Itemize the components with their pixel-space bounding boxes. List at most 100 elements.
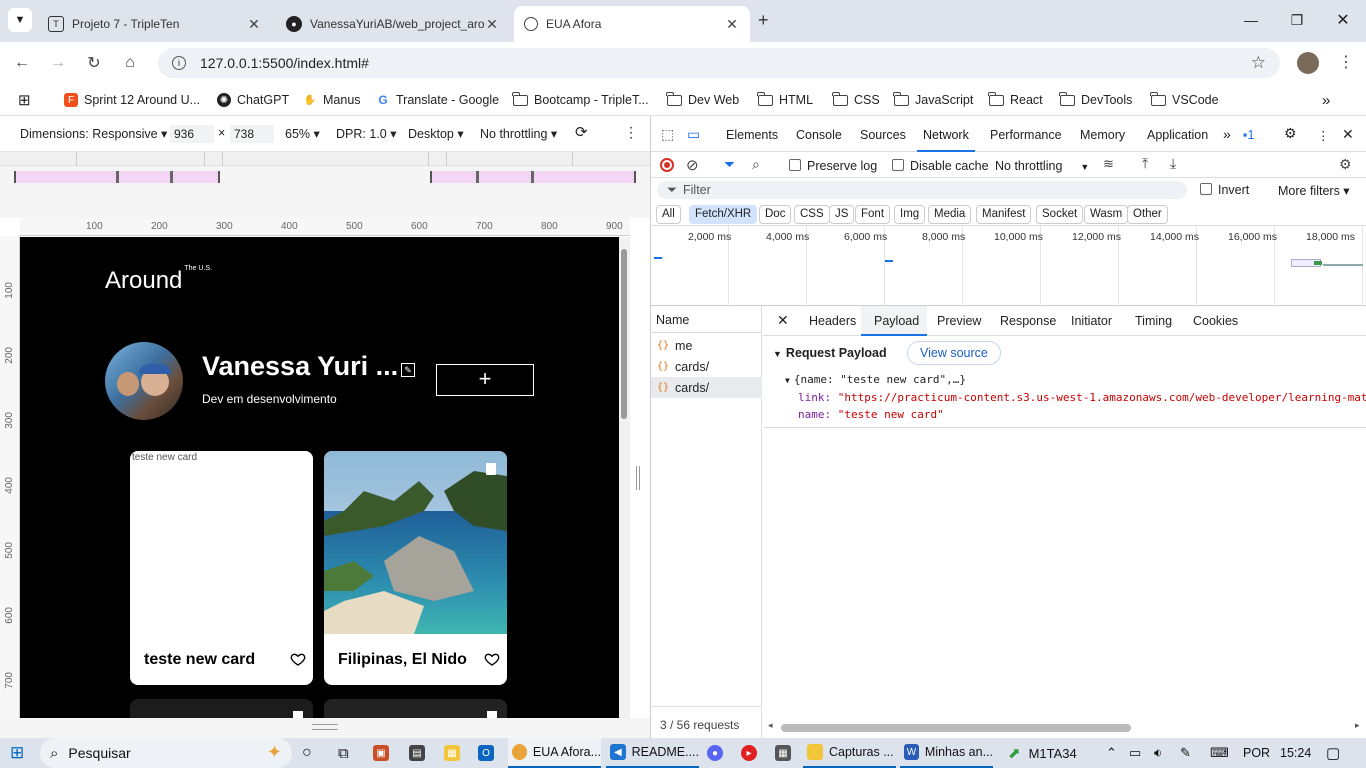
type-socket[interactable]: Socket — [1036, 205, 1084, 224]
scroll-left-icon[interactable]: ◂ — [768, 720, 773, 731]
network-conditions-icon[interactable]: ≋ — [1103, 156, 1114, 172]
scroll-right-icon[interactable]: ▸ — [1355, 720, 1360, 731]
back-icon[interactable]: ← — [10, 51, 34, 75]
apps-grid-icon[interactable]: ⊞ — [18, 91, 31, 109]
battery-icon[interactable]: ▭ — [1129, 738, 1141, 768]
export-har-icon[interactable]: ⤓ — [1170, 155, 1176, 172]
calculator-icon[interactable]: ▦ — [775, 738, 797, 768]
disable-cache-checkbox[interactable] — [892, 159, 904, 171]
throttling-select[interactable]: No throttling ▾ — [480, 126, 557, 141]
bookmark-star-icon[interactable]: ☆ — [1251, 53, 1266, 73]
tab-search-chevron-icon[interactable]: ▼ — [8, 8, 32, 32]
profile-avatar[interactable] — [1297, 52, 1319, 74]
type-fetch-xhr[interactable]: Fetch/XHR — [689, 205, 758, 224]
profile-avatar-image[interactable] — [105, 342, 183, 420]
app-icon[interactable]: ▤ — [409, 738, 431, 768]
card-image-el-nido[interactable] — [324, 451, 507, 634]
bookmark-chatgpt[interactable]: ✺ ChatGPT — [217, 91, 289, 109]
device-menu-icon[interactable]: ⋮ — [624, 124, 638, 141]
devtools-menu-icon[interactable]: ⋮ — [1317, 128, 1330, 143]
bookmark-html[interactable]: HTML — [757, 91, 813, 109]
dpr-select[interactable]: DPR: 1.0 ▾ — [336, 126, 396, 141]
tab-cookies[interactable]: Cookies — [1193, 314, 1238, 328]
tab-console[interactable]: Console — [796, 128, 842, 142]
payload-summary[interactable]: ▼ {name: "teste new card",…} — [785, 373, 966, 386]
add-card-button[interactable]: + — [436, 364, 534, 396]
taskbar-search[interactable]: ⌕ Pesquisar ✦ — [40, 738, 292, 768]
resize-handle-right[interactable] — [636, 466, 640, 490]
bookmark-devweb[interactable]: Dev Web — [666, 91, 739, 109]
app-icon[interactable]: ▣ — [373, 738, 395, 768]
bookmark-react[interactable]: React — [988, 91, 1043, 109]
import-har-icon[interactable]: ⤒ — [1142, 155, 1148, 172]
type-media[interactable]: Media — [928, 205, 972, 224]
tab-response[interactable]: Response — [1000, 314, 1056, 328]
like-heart-icon[interactable] — [290, 651, 306, 667]
bookmark-css[interactable]: CSS — [832, 91, 880, 109]
type-font[interactable]: Font — [855, 205, 891, 224]
filter-funnel-icon[interactable]: ⏷ — [724, 156, 735, 173]
taskbar-chrome[interactable]: EUA Afora... — [508, 738, 601, 768]
tab-application[interactable]: Application — [1147, 128, 1208, 142]
request-row-cards-selected[interactable]: {} cards/ — [651, 377, 762, 398]
request-payload-header[interactable]: ▼ Request Payload — [773, 346, 887, 360]
notification-icon[interactable]: ▢ — [1326, 738, 1340, 768]
close-window-icon[interactable]: ✕ — [1320, 0, 1366, 40]
outlook-icon[interactable]: O — [478, 738, 500, 768]
new-tab-icon[interactable]: + — [758, 10, 769, 31]
more-bookmarks-icon[interactable]: » — [1322, 91, 1330, 109]
discord-icon[interactable]: ● — [707, 738, 729, 768]
task-view-icon[interactable]: ⧉ — [338, 738, 349, 768]
like-heart-icon[interactable] — [484, 651, 500, 667]
bookmark-javascript[interactable]: JavaScript — [893, 91, 973, 109]
search-icon[interactable]: ⌕ — [752, 156, 760, 173]
type-other[interactable]: Other — [1127, 205, 1168, 224]
tab-projeto7[interactable]: T Projeto 7 - TripleTen ✕ — [38, 6, 272, 42]
bookmark-manus[interactable]: ✋ Manus — [303, 91, 361, 109]
bookmark-bootcamp[interactable]: Bootcamp - TripleT... — [512, 91, 649, 109]
type-doc[interactable]: Doc — [759, 205, 792, 224]
request-row-cards[interactable]: {} cards/ — [651, 356, 762, 377]
scrollbar-thumb[interactable] — [621, 249, 627, 419]
windows-start-icon[interactable]: ⊞ — [10, 738, 24, 768]
network-settings-icon[interactable]: ⚙ — [1339, 156, 1352, 173]
device-type-select[interactable]: Desktop ▾ — [408, 126, 464, 141]
tab-network[interactable]: Network — [917, 128, 975, 152]
close-devtools-icon[interactable]: ✕ — [1342, 126, 1354, 143]
reload-icon[interactable]: ↻ — [82, 51, 106, 75]
tab-timing[interactable]: Timing — [1135, 314, 1172, 328]
tab-initiator[interactable]: Initiator — [1071, 314, 1112, 328]
width-input[interactable] — [170, 125, 214, 143]
type-wasm[interactable]: Wasm — [1084, 205, 1129, 224]
tab-github[interactable]: ● VanessaYuriAB/web_project_arou ✕ — [276, 6, 510, 42]
type-manifest[interactable]: Manifest — [976, 205, 1032, 224]
clock[interactable]: 15:24 — [1280, 738, 1311, 768]
zoom-select[interactable]: 65% ▾ — [285, 126, 320, 141]
keyboard-icon[interactable]: ⌨ — [1210, 738, 1229, 768]
stock-widget[interactable]: ⬈ M1TA34 — [1008, 738, 1077, 768]
dimensions-select[interactable]: Dimensions: Responsive ▾ — [20, 126, 167, 141]
tab-performance[interactable]: Performance — [990, 128, 1062, 142]
taskbar-vscode[interactable]: ◀ README.... — [606, 738, 699, 768]
resize-handle-bottom[interactable] — [312, 724, 338, 730]
close-tab-icon[interactable]: ✕ — [484, 16, 500, 33]
clear-icon[interactable]: ⊘ — [686, 156, 699, 174]
device-toolbar-toggle-icon[interactable]: ▭ — [687, 126, 700, 143]
request-row-me[interactable]: {} me — [651, 335, 762, 356]
view-source-button[interactable]: View source — [907, 341, 1001, 365]
settings-gear-icon[interactable]: ⚙ — [1284, 125, 1297, 142]
bookmark-translate[interactable]: G Translate - Google — [376, 91, 499, 109]
horizontal-scrollbar-thumb[interactable] — [781, 724, 1131, 732]
hidden-icons-chevron[interactable]: ⌃ — [1106, 738, 1117, 768]
youtube-icon[interactable]: ▸ — [741, 738, 763, 768]
volume-icon[interactable]: 🔉︎ — [1154, 738, 1162, 768]
tab-sources[interactable]: Sources — [860, 128, 906, 142]
restore-icon[interactable]: ❐ — [1274, 0, 1320, 40]
tab-elements[interactable]: Elements — [726, 128, 778, 142]
type-css[interactable]: CSS — [794, 205, 830, 224]
language-indicator[interactable]: POR — [1243, 738, 1270, 768]
address-bar[interactable]: i 127.0.0.1:5500/index.html# ☆ — [158, 48, 1280, 78]
rotate-icon[interactable]: ⟳ — [575, 123, 588, 141]
height-input[interactable] — [230, 125, 274, 143]
card-image-broken[interactable]: teste new card — [130, 451, 313, 634]
